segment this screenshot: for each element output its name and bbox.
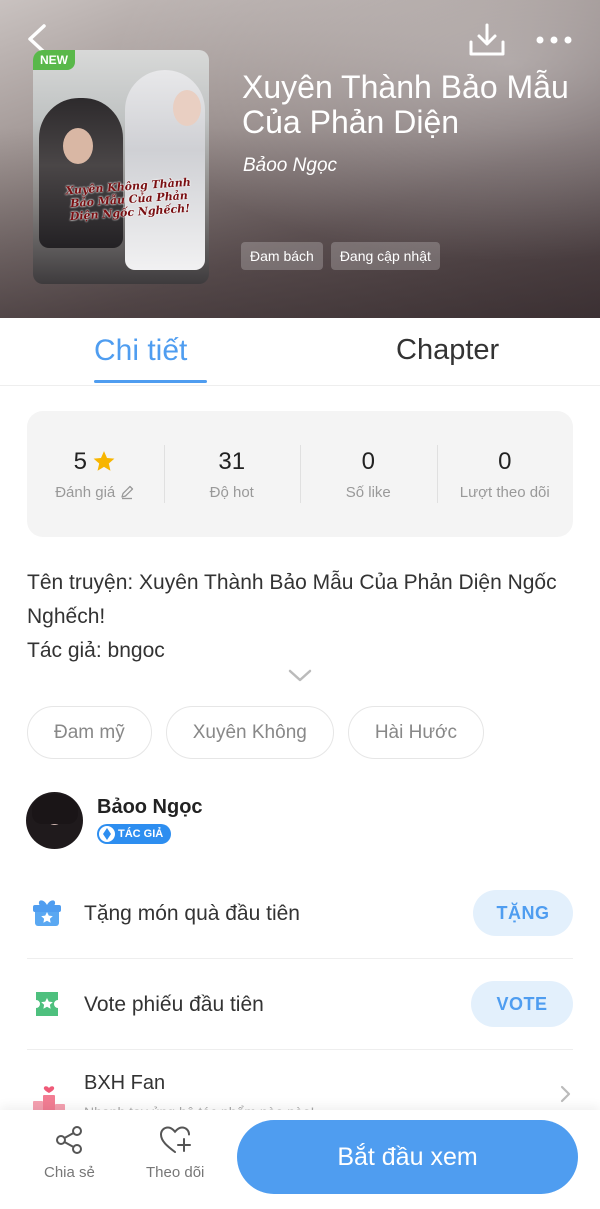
- header-tags: Đam bách Đang cập nhật: [241, 242, 440, 270]
- vote-label: Vote phiếu đầu tiên: [84, 993, 264, 1016]
- stat-likes: 0 Số like: [300, 411, 437, 537]
- follow-button[interactable]: Theo dõi: [146, 1124, 204, 1181]
- heart-plus-icon: [160, 1126, 192, 1153]
- stat-label: Độ hot: [209, 483, 254, 501]
- podium-icon: [33, 1086, 65, 1112]
- stat-label: Lượt theo dõi: [459, 483, 550, 501]
- genre-list: Đam mỹ Xuyên Không Hài Hước: [27, 706, 485, 759]
- author-badge-icon: [99, 826, 115, 842]
- genre-chip[interactable]: Hài Hước: [347, 706, 485, 759]
- vote-button[interactable]: VOTE: [471, 981, 573, 1027]
- active-tab-indicator: [94, 380, 207, 383]
- start-reading-button[interactable]: Bắt đầu xem: [237, 1120, 578, 1194]
- genre-chip[interactable]: Đam mỹ: [27, 706, 152, 759]
- stats-panel: 5 Đánh giá 31 Độ hot 0 Số like 0 Lượt th…: [27, 411, 573, 537]
- bottom-bar: Chia sẻ Theo dõi Bắt đầu xem: [0, 1110, 600, 1209]
- vote-row: Vote phiếu đầu tiên VOTE: [27, 981, 573, 1027]
- cover-figure: [39, 98, 123, 248]
- chevron-right-icon: [560, 1085, 571, 1103]
- share-label: Chia sẻ: [44, 1164, 95, 1181]
- gift-label: Tặng món quà đầu tiên: [84, 902, 300, 925]
- book-author[interactable]: Bảoo Ngọc: [243, 155, 337, 177]
- avatar-hair: [32, 794, 78, 824]
- download-icon[interactable]: [468, 22, 506, 58]
- cover-face: [63, 128, 93, 164]
- tag-chip: Đam bách: [241, 242, 323, 270]
- stat-value: 31: [218, 447, 246, 475]
- stat-label: Đánh giá: [55, 483, 116, 501]
- book-header: Xuyên Không Thành Bảo Mẫu Của Phản Diện …: [0, 0, 600, 318]
- divider: [27, 958, 573, 959]
- author-badge-label: TÁC GIẢ: [118, 828, 164, 840]
- divider: [27, 1049, 573, 1050]
- stat-value: 0: [361, 447, 375, 475]
- gift-button[interactable]: TẶNG: [473, 890, 573, 936]
- share-button[interactable]: Chia sẻ: [44, 1124, 95, 1181]
- stat-value: 0: [498, 447, 512, 475]
- description-line: Tên truyện: Xuyên Thành Bảo Mẫu Của Phản…: [27, 571, 557, 628]
- stat-followers: 0 Lượt theo dõi: [436, 411, 574, 537]
- ticket-icon: [36, 992, 58, 1016]
- cover-face: [173, 90, 201, 126]
- tab-chapter[interactable]: Chapter: [396, 334, 499, 367]
- author-name[interactable]: Bảoo Ngọc: [97, 796, 203, 819]
- stat-rating[interactable]: 5 Đánh giá: [27, 411, 164, 537]
- gift-row: Tặng món quà đầu tiên TẶNG: [27, 890, 573, 936]
- description: Tên truyện: Xuyên Thành Bảo Mẫu Của Phản…: [27, 566, 577, 668]
- description-line: Tác giả: bngoc: [27, 639, 165, 662]
- chevron-down-icon[interactable]: [287, 668, 313, 684]
- fan-label: BXH Fan: [84, 1072, 166, 1094]
- stat-value: 5: [73, 447, 87, 475]
- gift-icon: [33, 900, 61, 926]
- stat-label: Số like: [345, 483, 391, 501]
- fan-ranking-row[interactable]: BXH Fan Nhanh tay ủng hộ tác phẩm nào nà…: [27, 1068, 573, 1120]
- tab-bar: Chi tiết Chapter: [0, 318, 600, 386]
- edit-icon[interactable]: [119, 484, 135, 500]
- status-chip: Đang cập nhật: [330, 242, 440, 270]
- stat-hot: 31 Độ hot: [163, 411, 301, 537]
- tab-detail[interactable]: Chi tiết: [94, 334, 187, 368]
- author-badge: TÁC GIẢ: [97, 824, 172, 844]
- book-title: Xuyên Thành Bảo Mẫu Của Phản Diện: [242, 69, 569, 140]
- new-badge: NEW: [33, 50, 75, 70]
- share-icon: [56, 1126, 83, 1154]
- star-icon: [93, 451, 115, 471]
- follow-label: Theo dõi: [146, 1164, 205, 1181]
- genre-chip[interactable]: Xuyên Không: [165, 706, 334, 759]
- avatar[interactable]: [26, 792, 83, 849]
- book-cover[interactable]: Xuyên Không Thành Bảo Mẫu Của Phản Diện …: [33, 50, 209, 284]
- more-icon[interactable]: [534, 28, 574, 52]
